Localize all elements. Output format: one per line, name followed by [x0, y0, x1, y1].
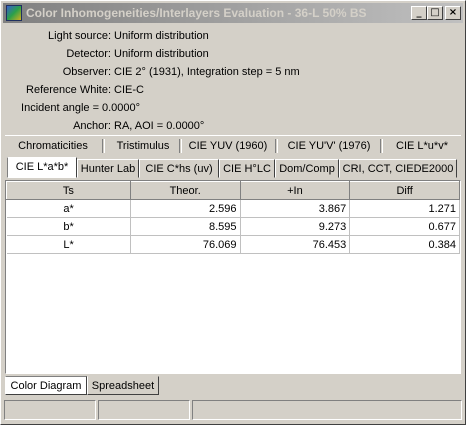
info-value: Uniform distribution — [114, 30, 209, 42]
cell-param[interactable]: b* — [6, 217, 131, 236]
info-value: 0.0000° — [102, 102, 141, 114]
info-label: Observer: — [62, 66, 111, 78]
tab-separator — [179, 139, 182, 153]
tab-cri-cct-ciede2000[interactable]: CRI, CCT, CIEDE2000 — [339, 159, 457, 178]
tab-chromaticities[interactable]: Chromaticities — [7, 137, 99, 155]
tab-dom-comp[interactable]: Dom/Comp — [275, 159, 339, 178]
cell-param[interactable]: L* — [6, 235, 131, 254]
info-label: Detector: — [66, 48, 111, 60]
info-label: Reference White: — [26, 84, 111, 96]
tab-spreadsheet[interactable]: Spreadsheet — [87, 376, 159, 395]
title-bar[interactable]: Color Inhomogeneities/Interlayers Evalua… — [3, 3, 463, 23]
info-value: CIE 2° (1931), Integration step = 5 nm — [114, 66, 300, 78]
results-grid[interactable]: Ts Theor. +In Diff a* 2.596 3.867 1.271 … — [5, 180, 461, 374]
cell-in[interactable]: 76.453 — [240, 235, 351, 254]
cell-diff[interactable]: 0.677 — [349, 217, 460, 236]
cell-diff[interactable]: 0.384 — [349, 235, 460, 254]
cell-param[interactable]: a* — [6, 199, 131, 218]
minimize-button[interactable]: _ — [411, 6, 427, 20]
cell-theor[interactable]: 76.069 — [130, 235, 241, 254]
col-header-theor[interactable]: Theor. — [129, 181, 241, 200]
table-row[interactable]: a* 2.596 3.867 1.271 — [6, 199, 460, 218]
tab-separator — [102, 139, 105, 153]
cell-theor[interactable]: 2.596 — [130, 199, 241, 218]
info-detector: Detector: Uniform distribution — [1, 45, 466, 63]
table-row[interactable]: b* 8.595 9.273 0.677 — [6, 217, 460, 236]
tab-separator — [275, 139, 278, 153]
info-value: RA, AOI = 0.0000° — [114, 120, 205, 132]
info-label: Incident angle = — [21, 102, 99, 114]
table-row[interactable]: L* 76.069 76.453 0.384 — [6, 235, 460, 254]
col-header-ts[interactable]: Ts — [6, 181, 131, 200]
cell-in[interactable]: 9.273 — [240, 217, 351, 236]
info-value: CIE-C — [114, 84, 144, 96]
tab-separator — [380, 139, 383, 153]
status-bar — [4, 400, 462, 420]
tab-cie-hlc[interactable]: CIE H°LC — [219, 159, 275, 178]
app-icon[interactable] — [6, 5, 22, 21]
cell-diff[interactable]: 1.271 — [349, 199, 460, 218]
tab-cie-yuv-1976[interactable]: CIE YU'V' (1976) — [279, 137, 379, 155]
status-panel-1 — [4, 400, 96, 420]
tab-tristimulus[interactable]: Tristimulus — [106, 137, 180, 155]
color-model-tabs: CIE L*a*b* Hunter Lab CIE C*hs (uv) CIE … — [5, 157, 461, 180]
status-panel-3 — [192, 400, 462, 420]
info-value: Uniform distribution — [114, 48, 209, 60]
color-space-tabs: Chromaticities Tristimulus CIE YUV (1960… — [5, 135, 461, 156]
results-table: Ts Theor. +In Diff a* 2.596 3.867 1.271 … — [6, 181, 460, 254]
info-incident-angle: Incident angle = 0.0000° — [1, 99, 466, 117]
status-panel-2 — [98, 400, 190, 420]
tab-cie-lab[interactable]: CIE L*a*b* — [7, 157, 77, 178]
tab-hunter-lab[interactable]: Hunter Lab — [77, 159, 139, 178]
info-anchor: Anchor: RA, AOI = 0.0000° — [1, 117, 466, 135]
tab-cie-luv[interactable]: CIE L*u*v* — [384, 137, 460, 155]
col-header-diff[interactable]: Diff — [349, 181, 460, 200]
info-label: Anchor: — [73, 120, 111, 132]
info-light-source: Light source: Uniform distribution — [1, 27, 466, 45]
window-title: Color Inhomogeneities/Interlayers Evalua… — [26, 6, 367, 20]
tab-cie-yuv-1960[interactable]: CIE YUV (1960) — [183, 137, 273, 155]
cell-theor[interactable]: 8.595 — [130, 217, 241, 236]
table-header-row: Ts Theor. +In Diff — [6, 181, 460, 200]
col-header-in[interactable]: +In — [239, 181, 351, 200]
close-button[interactable]: × — [445, 6, 461, 20]
tab-cie-chs-uv[interactable]: CIE C*hs (uv) — [139, 159, 219, 178]
info-reference-white: Reference White: CIE-C — [1, 81, 466, 99]
evaluation-window: Color Inhomogeneities/Interlayers Evalua… — [0, 0, 466, 425]
tab-color-diagram[interactable]: Color Diagram — [5, 376, 87, 395]
info-observer: Observer: CIE 2° (1931), Integration ste… — [1, 63, 466, 81]
view-tabs: Color Diagram Spreadsheet — [5, 376, 461, 396]
maximize-button[interactable]: □ — [427, 6, 443, 20]
info-label: Light source: — [48, 30, 111, 42]
cell-in[interactable]: 3.867 — [240, 199, 351, 218]
